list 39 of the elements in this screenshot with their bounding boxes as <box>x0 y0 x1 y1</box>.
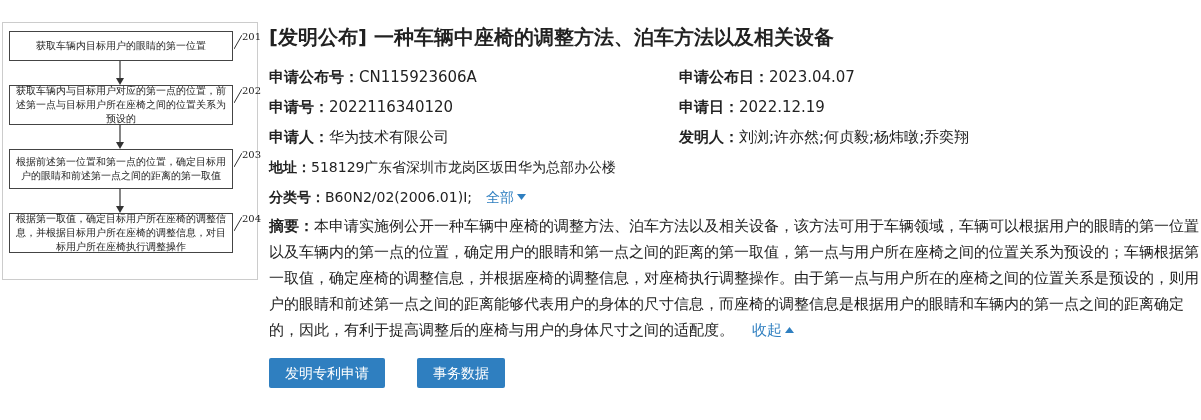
flowchart-step: 根据第一取值，确定目标用户所在座椅的调整信息，并根据目标用户所在座椅的调整信息，对目标用户所在座椅执行调整操作 <box>9 213 233 253</box>
field-value: 518129广东省深圳市龙岗区坂田华为总部办公楼 <box>311 158 617 177</box>
step-number: 203 <box>242 149 262 161</box>
field-value: 2022.12.19 <box>739 97 825 118</box>
show-all-link[interactable]: 全部 <box>486 187 526 207</box>
leader-line <box>234 153 242 167</box>
flowchart-step: 获取车辆内与目标用户对应的第一点的位置，前述第一点与目标用户所在座椅之间的位置关系为预设的 <box>9 85 233 125</box>
flowchart-step: 获取车辆内目标用户的眼睛的第一位置 <box>9 31 233 61</box>
field-label: 申请号： <box>269 97 329 118</box>
collapse-link[interactable]: 收起 <box>752 317 794 343</box>
arrow-icon <box>116 189 124 213</box>
patent-title: [发明公布] 一种车辆中座椅的调整方法、泊车方法以及相关设备 <box>269 26 835 50</box>
caret-up-icon <box>785 327 794 333</box>
field-label: 申请公布号： <box>269 67 359 88</box>
caret-down-icon <box>517 194 526 200</box>
step-number: 201 <box>242 31 262 43</box>
step-number: 204 <box>242 213 262 225</box>
action-button[interactable]: 事务数据 <box>417 358 505 388</box>
field-label: 地址： <box>269 158 311 177</box>
leader-line <box>234 89 242 103</box>
field-value: 2022116340120 <box>329 97 454 118</box>
field-value: CN115923606A <box>359 67 477 88</box>
field-value: 华为技术有限公司 <box>329 127 449 148</box>
leader-line <box>234 217 242 231</box>
field-label: 申请公布日： <box>679 67 769 88</box>
field-label: 申请日： <box>679 97 739 118</box>
field-value: 2023.04.07 <box>769 67 855 88</box>
field-label: 发明人： <box>679 127 739 148</box>
field-label: 申请人： <box>269 127 329 148</box>
arrow-icon <box>116 125 124 149</box>
step-number: 202 <box>242 85 262 97</box>
action-button[interactable]: 发明专利申请 <box>269 358 385 388</box>
leader-line <box>234 35 242 49</box>
field-value: 刘浏;许亦然;何贞毅;杨炜暾;乔奕翔 <box>739 127 970 148</box>
field-value: B60N2/02(2006.01)I; <box>325 188 472 207</box>
abstract-text: 摘要：本申请实施例公开一种车辆中座椅的调整方法、泊车方法以及相关设备，该方法可用于车辆领域，车辆可以根据用户的眼睛的第一位置以及车辆内的第一点的位置，确定用户的眼睛和第一点之间的距离的第一取值，第一点与用户所在座椅之间的位置关系为预设的；车辆根据第一取值，确定座椅的调整信息，并根据座椅的调整信息，对座椅执行调整操作。由于第一点与用户所在的座椅之间的位置关系是预设的，则用户的眼睛和前述第一点之间的距离能够代表用户的身体的尺寸信息，而座椅的调整信息是根据用户的眼睛和车辆内的第一点之间的距离确定的，因此，有利于提高调整后的座椅与用户的身体尺寸之间的适配度。 收起 <box>269 213 1201 343</box>
arrow-icon <box>116 61 124 85</box>
field-label: 分类号： <box>269 188 325 207</box>
flowchart-step: 根据前述第一位置和第一点的位置，确定目标用户的眼睛和前述第一点之间的距离的第一取值 <box>9 149 233 189</box>
